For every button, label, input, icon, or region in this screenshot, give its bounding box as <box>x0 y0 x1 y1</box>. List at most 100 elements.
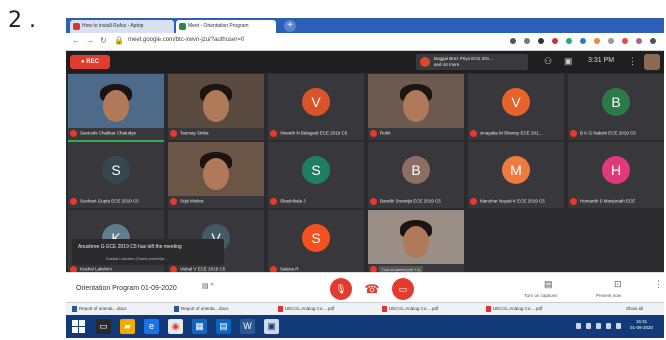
download-item[interactable]: Report of orienta…docx <box>72 306 127 312</box>
participant-tile[interactable]: S Shashikala J <box>268 142 364 208</box>
taskbar-clock[interactable]: 15:31 01-09-2020 <box>630 319 653 331</box>
mic-muted-icon <box>470 130 477 137</box>
extension-icon[interactable] <box>608 38 614 44</box>
participant-tile[interactable]: Tanmay Sinha <box>168 74 264 140</box>
participant-name: Rohit <box>370 130 391 137</box>
tab-meet[interactable]: Meet - Orientation Program <box>176 20 276 33</box>
captions-icon[interactable]: ▤ <box>544 279 553 290</box>
new-tab-button[interactable]: + <box>284 20 296 32</box>
participant-name: Sushant Gupta ECE 2019 C5 <box>70 198 139 205</box>
volume-icon[interactable] <box>606 323 611 329</box>
present-label[interactable]: Present now <box>596 293 621 298</box>
word-icon <box>174 306 179 312</box>
download-item[interactable]: UECVL.Analog Co….pdf <box>382 306 438 312</box>
edge-icon[interactable]: e <box>144 319 159 334</box>
participant-name: Barathi Sreenija ECE 2019 C5 <box>370 198 441 205</box>
download-item[interactable]: Report of orienta…docx <box>174 306 229 312</box>
extension-icon[interactable] <box>552 38 558 44</box>
participant-name: Vineeth N Belagodi ECE 2019 C5 <box>270 130 347 137</box>
app-icon[interactable]: ▤ <box>216 319 231 334</box>
meeting-controls: Orientation Program 01-09-2020 ▤ ^ 🎙 ☎ ▭… <box>66 272 664 303</box>
camera-off-button[interactable]: ▭ <box>392 278 414 300</box>
participant-avatar: S <box>302 156 330 184</box>
participant-name-text: Shashikala J <box>280 198 306 204</box>
chat-icon[interactable]: ▣ <box>564 56 573 67</box>
participant-name: Sujit Mishra <box>170 198 204 205</box>
download-label: UECVL.Analog Co….pdf <box>389 306 439 312</box>
meeting-title[interactable]: Orientation Program 01-09-2020 <box>76 285 177 292</box>
end-call-button[interactable]: ☎ <box>362 283 382 295</box>
participant-tile[interactable]: M Manohar Nayak K ECE 2019 C5 <box>468 142 564 208</box>
word-icon <box>72 306 77 312</box>
meet-icon <box>179 23 186 30</box>
participant-avatar: B <box>602 88 630 116</box>
more-options-icon[interactable]: ⋮ <box>628 56 637 67</box>
participant-tile[interactable]: V Vineeth N Belagodi ECE 2019 C5 <box>268 74 364 140</box>
mic-muted-icon <box>70 130 77 137</box>
mic-muted-icon <box>370 198 377 205</box>
people-icon[interactable]: ⚇ <box>544 56 552 67</box>
participant-tile[interactable]: B Barathi Sreenija ECE 2019 C5 <box>368 142 464 208</box>
meeting-clock: 3:31 PM <box>588 57 615 64</box>
show-all-link[interactable]: Show all <box>626 306 643 311</box>
download-item[interactable]: UECVL.Analog Co….pdf <box>486 306 542 312</box>
extension-icon[interactable] <box>622 38 628 44</box>
tab-label: How to install Rufus - Aptop <box>82 23 144 29</box>
participant-tile[interactable]: Santoshi Chakkar Chatudye <box>68 74 164 142</box>
url-input[interactable]: meet.google.com/btc-xwvn-jzu/?authuser=0 <box>128 37 244 43</box>
browser-tab-bar: How to install Rufus - Aptop Meet - Orie… <box>66 18 664 33</box>
star-icon[interactable] <box>524 38 530 44</box>
participant-video <box>368 210 464 265</box>
participant-tile[interactable]: S Sushant Gupta ECE 2019 C5 <box>68 142 164 208</box>
back-icon[interactable]: ← <box>72 36 80 45</box>
camera-icon[interactable] <box>510 38 516 44</box>
participant-tile[interactable]: H Hemanth S Manjunath ECE <box>568 142 664 208</box>
file-explorer-icon[interactable]: ▰ <box>120 319 135 334</box>
extension-icon[interactable] <box>566 38 572 44</box>
forward-icon[interactable]: → <box>86 36 94 45</box>
mic-muted-icon <box>570 198 577 205</box>
participant-tile[interactable]: Vvinayaka M Shenoy ECE 201… <box>468 74 564 140</box>
participant-video <box>368 74 464 129</box>
reload-icon[interactable]: ↻ <box>100 36 107 45</box>
chrome-icon[interactable]: ◉ <box>168 319 183 334</box>
participant-tile[interactable]: Rohit <box>368 74 464 140</box>
download-item[interactable]: UECVL.Analog Co….pdf <box>278 306 334 312</box>
tray-icon[interactable] <box>576 323 581 329</box>
photos-icon[interactable]: ▦ <box>192 319 207 334</box>
presenter-banner[interactable]: Boggai Brez Priya ECE 201… and 44 more <box>416 54 528 70</box>
present-icon[interactable]: ⊡ <box>614 279 622 290</box>
menu-icon[interactable] <box>650 38 656 44</box>
windows-start-icon[interactable] <box>72 320 85 333</box>
participant-video <box>168 74 264 129</box>
extension-icon[interactable] <box>594 38 600 44</box>
download-label: UECVL.Analog Co….pdf <box>493 306 543 312</box>
meeting-details-icon[interactable]: ▤ ^ <box>202 282 214 290</box>
tab-rufus[interactable]: How to install Rufus - Aptop <box>70 20 174 33</box>
more-icon[interactable]: ⋮ <box>654 279 663 290</box>
participant-tile[interactable]: S Salena R <box>268 210 364 276</box>
participant-tile[interactable]: Sujit Mishra <box>168 142 264 208</box>
pdf-icon <box>278 306 283 312</box>
participant-face <box>403 226 429 258</box>
word-taskbar-icon[interactable]: W <box>240 319 255 334</box>
participant-tile[interactable]: B B K G Nakshi ECE 2019 C5 <box>568 74 664 140</box>
list-number: 2 . <box>8 8 36 33</box>
participant-name: vinayaka M Shenoy ECE 201… <box>470 130 543 137</box>
store-icon[interactable]: ▣ <box>264 319 279 334</box>
participant-name-text: Santoshi Chakkar Chatudye <box>80 130 137 136</box>
extension-icon[interactable] <box>538 38 544 44</box>
battery-icon[interactable] <box>616 323 621 329</box>
task-view-icon[interactable]: ▭ <box>96 319 111 334</box>
mic-off-button[interactable]: 🎙 <box>330 278 352 300</box>
participant-name-text: Tanmay Sinha <box>180 130 209 136</box>
lock-icon: 🔒 <box>114 36 124 45</box>
participant-avatar: V <box>502 88 530 116</box>
self-view <box>644 54 660 70</box>
extension-icon[interactable] <box>580 38 586 44</box>
wifi-icon[interactable] <box>596 323 601 329</box>
tray-icon[interactable] <box>586 323 591 329</box>
profile-icon[interactable] <box>636 38 642 44</box>
captions-label[interactable]: Turn on captions <box>524 293 557 298</box>
mic-muted-icon <box>370 130 377 137</box>
